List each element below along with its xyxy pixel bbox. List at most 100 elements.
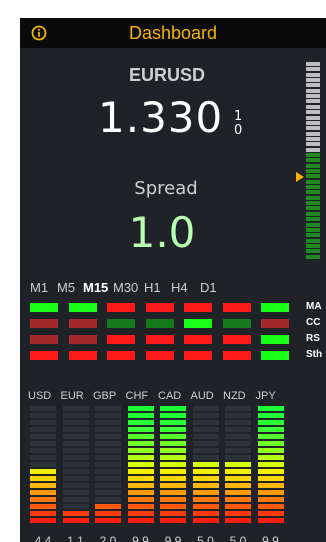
bar-segment (62, 448, 89, 453)
bar-segment (257, 413, 284, 418)
currency-labels: USD EUR GBP CHF CAD AUD NZD JPY (20, 390, 326, 404)
indicator-label: RS (306, 333, 320, 344)
meter-segment (306, 72, 320, 77)
strength-bar (225, 406, 251, 528)
meter-segment (306, 249, 320, 254)
bar-segment (30, 469, 56, 474)
price-value: 1.330 (98, 93, 224, 142)
bar-segment (62, 420, 89, 425)
strength-bar (30, 406, 56, 528)
signal-cell (222, 335, 251, 344)
signal-cell (261, 351, 289, 360)
tab-h1[interactable]: H1 (144, 280, 161, 295)
price-fraction-top: 1 (234, 109, 243, 124)
bar-segment (225, 476, 251, 481)
strength-bar (257, 406, 284, 528)
bar-segment (95, 476, 121, 481)
currency-strength-bars (20, 406, 326, 532)
bar-segment (62, 511, 89, 516)
bar-segment (30, 427, 56, 432)
bar-segment (225, 469, 251, 474)
meter-segment (306, 142, 320, 147)
tab-d1[interactable]: D1 (200, 280, 217, 295)
bar-segment (127, 511, 154, 516)
meter-segment (306, 62, 320, 66)
bar-segment (62, 504, 89, 509)
bar-segment (62, 497, 89, 502)
meter-segment (306, 152, 320, 157)
currency-values: 4.4 1.1 2.0 9.9 9.9 5.0 5.0 9.9 (20, 534, 326, 542)
bar-segment (62, 469, 89, 474)
bar-segment (95, 455, 121, 460)
bar-segment (62, 434, 89, 439)
bar-segment (95, 518, 121, 523)
strength-bar (95, 406, 121, 528)
bar-segment (192, 483, 219, 488)
signal-cell (107, 351, 135, 360)
bar-segment (127, 413, 154, 418)
bar-segment (160, 455, 186, 460)
bar-segment (95, 420, 121, 425)
bar-segment (192, 413, 219, 418)
currency-label: CHF (125, 390, 149, 402)
bar-segment (95, 469, 121, 474)
tab-m5[interactable]: M5 (57, 280, 75, 295)
bar-segment (225, 420, 251, 425)
bar-segment (225, 455, 251, 460)
spread-label: Spread (134, 178, 198, 199)
signal-cell (68, 303, 97, 312)
currency-label: GBP (93, 390, 117, 402)
bar-segment (160, 476, 186, 481)
tab-m30[interactable]: M30 (113, 280, 138, 295)
bar-segment (127, 483, 154, 488)
signal-cell (30, 319, 58, 328)
signal-cell (145, 303, 174, 312)
signal-cell (145, 335, 174, 344)
bar-segment (225, 441, 251, 446)
tab-h4[interactable]: H4 (171, 280, 188, 295)
meter-segment (306, 190, 320, 195)
bar-segment (192, 504, 219, 509)
bar-segment (192, 455, 219, 460)
bar-segment (257, 406, 284, 411)
bar-segment (30, 490, 56, 495)
currency-value: 2.0 (99, 534, 117, 542)
meter-segment (306, 206, 320, 211)
bar-segment (127, 490, 154, 495)
meter-segment (306, 99, 320, 104)
bar-segment (30, 413, 56, 418)
bar-segment (30, 476, 56, 481)
meter-segment (306, 233, 320, 238)
bar-segment (160, 504, 186, 509)
title-bar: Dashboard (20, 18, 326, 48)
bar-segment (192, 518, 219, 523)
bar-segment (127, 476, 154, 481)
bar-segment (127, 469, 154, 474)
meter-segment (306, 169, 320, 173)
signal-cell (30, 351, 58, 360)
meter-segment (306, 136, 320, 141)
bar-segment (192, 511, 219, 516)
bar-segment (30, 455, 56, 460)
meter-segment (306, 179, 320, 184)
bar-segment (160, 462, 186, 467)
bar-segment (62, 483, 89, 488)
bar-segment (62, 462, 89, 467)
currency-value: 1.1 (67, 534, 84, 542)
signal-cell (184, 335, 212, 344)
bar-segment (160, 420, 186, 425)
signal-cell (261, 335, 289, 344)
signal-cell (68, 351, 97, 360)
meter-segment (306, 147, 320, 152)
indicator-label: MA (306, 301, 322, 312)
bar-segment (257, 434, 284, 439)
bar-segment (257, 420, 284, 425)
bar-segment (30, 497, 56, 502)
meter-segment (306, 110, 320, 115)
bar-segment (225, 434, 251, 439)
bar-segment (257, 448, 284, 453)
tab-m15[interactable]: M15 (83, 280, 108, 295)
tab-m1[interactable]: M1 (30, 280, 48, 295)
bar-segment (160, 448, 186, 453)
signal-cell (184, 351, 212, 360)
